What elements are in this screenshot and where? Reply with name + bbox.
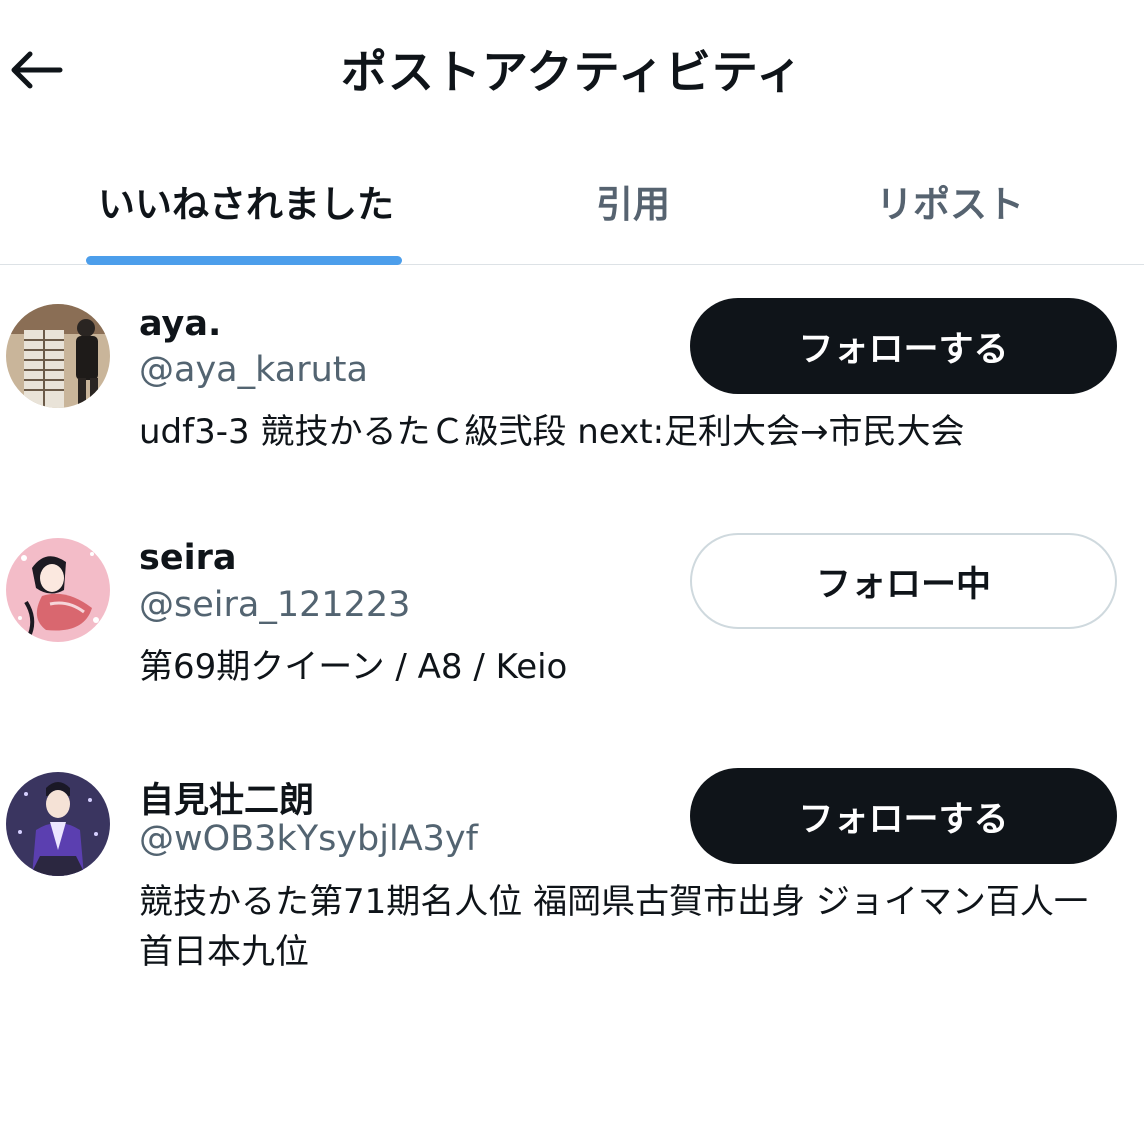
- follow-button[interactable]: フォローする: [690, 298, 1117, 394]
- avatar-image: [6, 772, 110, 876]
- user-bio: 競技かるた第71期名人位 福岡県古賀市出身 ジョイマン百人一首日本九位: [139, 882, 1088, 972]
- avatar-image: [6, 304, 110, 408]
- user-name[interactable]: 自見壮二朗: [139, 772, 314, 823]
- user-bio: udf3-3 競技かるたＣ級弐段 next:足利大会→市民大会: [139, 412, 965, 452]
- user-handle[interactable]: @wOB3kYsybjlA3yf: [139, 819, 478, 859]
- avatar-image: [6, 538, 110, 642]
- user-bio: 第69期クイーン / A8 / Keio: [139, 647, 568, 687]
- avatar[interactable]: [6, 538, 110, 642]
- follow-button[interactable]: フォローする: [690, 768, 1117, 864]
- following-button[interactable]: フォロー中: [690, 533, 1117, 629]
- tab-quotes[interactable]: 引用: [596, 174, 670, 228]
- header: ポストアクティビティ: [0, 0, 1144, 134]
- tab-reposts[interactable]: リポスト: [876, 174, 1024, 228]
- user-name[interactable]: aya.: [139, 304, 221, 344]
- tab-liked[interactable]: いいねされました: [98, 174, 394, 228]
- user-handle[interactable]: @seira_121223: [139, 585, 410, 625]
- page-title: ポストアクティビティ: [340, 45, 804, 99]
- active-tab-indicator: [86, 256, 402, 265]
- tab-bar: いいねされました 引用 リポスト: [0, 134, 1144, 265]
- avatar[interactable]: [6, 772, 110, 876]
- user-handle[interactable]: @aya_karuta: [139, 350, 368, 390]
- avatar[interactable]: [6, 304, 110, 408]
- user-name[interactable]: seira: [139, 538, 236, 578]
